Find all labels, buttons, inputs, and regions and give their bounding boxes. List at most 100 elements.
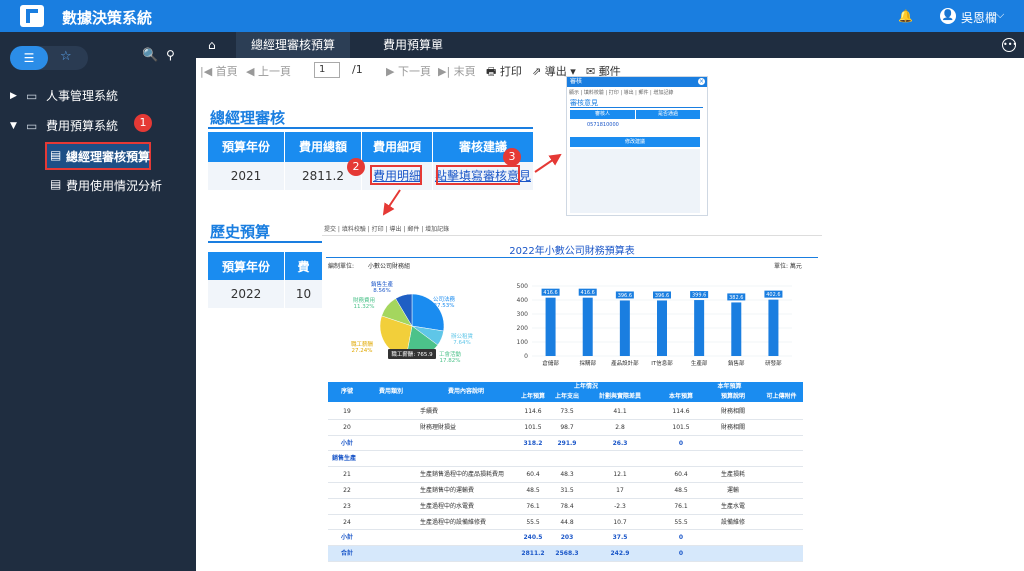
th-seq: 序號 — [328, 382, 366, 402]
table-cell — [760, 420, 803, 436]
print-button[interactable]: 🖶 打印 — [486, 63, 522, 82]
table-cell — [516, 451, 550, 467]
bar — [619, 300, 630, 356]
search-icon[interactable]: 🔍 — [142, 48, 158, 63]
table-row: 銷售生產 — [328, 451, 803, 468]
data-label: 382.6 — [729, 295, 743, 301]
table-cell: 運輸 — [726, 487, 739, 494]
table-cell — [416, 436, 516, 452]
table-cell — [760, 530, 803, 546]
table-cell: 12.1 — [613, 471, 627, 479]
popup-col-approved: 是否通過 — [636, 110, 700, 119]
arrow-to-review-popup — [534, 153, 562, 173]
table-cell: 生產銷售過程中的產品損耗費用 — [420, 471, 505, 479]
table-cell: 生產損耗 — [720, 471, 745, 479]
arrow-to-embedded-report — [382, 189, 401, 216]
page-number-input[interactable]: 1 — [314, 62, 340, 78]
table-cell: 手續費 — [420, 408, 439, 415]
th-prev-year: 上年情況 — [516, 382, 656, 392]
pin-icon[interactable]: ⚲ — [166, 48, 175, 62]
table-cell — [584, 451, 656, 467]
modify-suggestion-button[interactable]: 修改建議 — [570, 137, 700, 147]
embed-title: 2022年小數公司財務預算表 — [509, 246, 635, 257]
home-icon[interactable]: ⌂ — [208, 38, 216, 52]
user-name[interactable]: 吳恩欄 — [961, 9, 997, 26]
prev-page-button[interactable]: ◀ 上一頁 — [246, 63, 291, 79]
table-cell: 20 — [343, 423, 351, 431]
user-avatar-icon[interactable]: 👤 — [940, 8, 956, 24]
table-cell — [706, 546, 760, 562]
sidebar-item-label[interactable]: 總經理審核預算 — [66, 148, 150, 165]
table-cell: 41.1 — [613, 408, 627, 415]
tab-budget-form[interactable]: 費用預算單 — [356, 32, 470, 58]
th-col: 計劃與實際差異 — [584, 392, 656, 402]
table-cell — [760, 451, 803, 467]
col-header-total: 費用總額 — [285, 132, 361, 162]
embed-unit-value: 小數公司財務組 — [368, 263, 411, 270]
step-badge-1: 1 — [134, 114, 152, 132]
popup-comment-area[interactable] — [570, 149, 700, 213]
table-row: 22 生產銷售中的運輸費 48.5 31.5 17 48.5 運輸 — [328, 483, 803, 499]
data-label: 416.6 — [581, 290, 595, 296]
data-label: 396.6 — [618, 293, 632, 299]
bar — [657, 300, 667, 356]
sidebar-item-hr[interactable]: ▶ ▭ 人事管理系統 — [0, 82, 196, 110]
y-tick-label: 100 — [517, 339, 529, 346]
chevron-down-icon[interactable]: ⌵ — [996, 8, 1004, 22]
sidebar-item-label: 費用預算系統 — [46, 119, 119, 133]
highlight-box-review — [436, 165, 520, 185]
more-options-icon[interactable]: ••• — [1002, 38, 1017, 52]
sidebar-item-usage-analysis[interactable]: 費用使用情況分析 — [66, 177, 162, 194]
report-icon: ▤ — [50, 148, 62, 162]
tab-gm-review[interactable]: 總經理審核預算 — [236, 32, 350, 58]
favorites-star-icon[interactable]: ☆ — [60, 49, 72, 64]
table-cell: 240.5 — [523, 534, 543, 542]
sidebar-item-budget[interactable]: ▼ ▭ 費用預算系統 — [0, 112, 196, 140]
table-cell: 55.5 — [674, 518, 688, 526]
table-cell: 101.5 — [672, 423, 690, 431]
tab-bar: ⌂ 總經理審核預算 費用預算單 ••• — [196, 32, 1024, 58]
y-tick-label: 300 — [517, 311, 529, 318]
last-page-button[interactable]: ▶| 末頁 — [438, 63, 476, 79]
table-cell — [760, 546, 803, 562]
table-cell: 24 — [343, 518, 351, 526]
popup-underline — [570, 107, 703, 108]
pie-label: 公司法務 — [433, 295, 456, 303]
bell-icon[interactable]: 🔔 — [898, 9, 913, 23]
folder-icon: ▭ — [26, 119, 38, 133]
th-description: 費用內容說明 — [416, 382, 516, 402]
close-icon[interactable]: × — [698, 78, 705, 85]
x-tick-label: 銷售部 — [728, 359, 745, 367]
table-cell: 44.8 — [560, 518, 574, 526]
table-cell: 78.4 — [560, 502, 574, 510]
history-header-total: 費 — [285, 252, 322, 282]
step-badge-3: 3 — [503, 148, 521, 166]
title-underline — [208, 127, 533, 129]
table-cell — [706, 451, 760, 467]
table-cell — [760, 499, 803, 515]
next-page-button[interactable]: ▶ 下一頁 — [386, 63, 431, 79]
x-tick-label: 採購部 — [579, 359, 596, 367]
y-tick-label: 200 — [517, 325, 529, 332]
table-row: 小計 240.5 203 37.5 0 — [328, 530, 803, 547]
table-cell: 114.6 — [672, 408, 690, 415]
app-logo-icon — [20, 5, 44, 27]
table-cell — [760, 515, 803, 531]
table-cell: 17 — [616, 487, 624, 494]
th-col: 上年支出 — [550, 392, 584, 402]
first-page-button[interactable]: |◀ 首頁 — [200, 63, 238, 79]
table-cell: 101.5 — [524, 423, 542, 431]
sidebar-view-toggle[interactable]: ☰ ☆ — [10, 46, 88, 70]
department-bar-chart: 0 100 200 300 400 500 416.6 倉儲部 416.6 採購部 396.6 產品設… — [517, 283, 792, 367]
y-tick-label: 0 — [524, 353, 528, 360]
table-cell: 生產水電 — [720, 502, 745, 510]
report-icon: ▤ — [50, 177, 62, 191]
table-cell — [706, 530, 760, 546]
list-view-icon[interactable]: ☰ — [10, 46, 48, 70]
table-cell: 48.5 — [526, 487, 540, 494]
x-tick-label: 倉儲部 — [542, 359, 559, 367]
th-col: 本年預算 — [656, 392, 706, 402]
th-category: 費用類別 — [366, 382, 416, 402]
popup-reviewer-value[interactable]: 0571810000 — [587, 122, 619, 128]
pie-tooltip: 職工薪酬: 765.9 — [391, 350, 433, 358]
